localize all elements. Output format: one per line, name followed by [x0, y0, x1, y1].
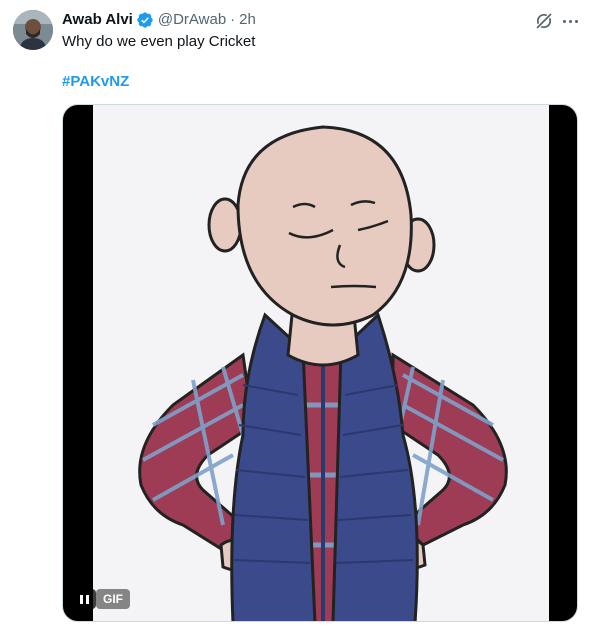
pause-icon[interactable] — [72, 589, 96, 609]
more-dot — [568, 19, 572, 23]
pause-bar — [79, 594, 83, 604]
tweet-text: Why do we even play Cricket — [62, 33, 256, 50]
tweet-header: Awab Alvi @DrAwab · 2h — [62, 10, 256, 30]
more-icon[interactable] — [560, 11, 580, 31]
pause-bar — [85, 594, 89, 604]
author-handle[interactable]: @DrAwab — [158, 10, 226, 30]
verified-badge-icon — [137, 12, 153, 28]
more-dot — [574, 19, 578, 23]
author-name[interactable]: Awab Alvi — [62, 10, 133, 30]
tweet-timestamp[interactable]: 2h — [239, 10, 256, 30]
more-dot — [562, 19, 566, 23]
header-separator: · — [230, 11, 236, 28]
cartoon-illustration — [93, 105, 549, 621]
grok-icon[interactable] — [534, 11, 554, 31]
author-avatar[interactable] — [13, 10, 53, 50]
gif-media[interactable] — [62, 104, 578, 622]
tweet[interactable]: Awab Alvi @DrAwab · 2h Why do we even pl… — [0, 0, 592, 633]
gif-badge: GIF — [96, 589, 130, 609]
hashtag-link[interactable]: #PAKvNZ — [62, 72, 129, 92]
